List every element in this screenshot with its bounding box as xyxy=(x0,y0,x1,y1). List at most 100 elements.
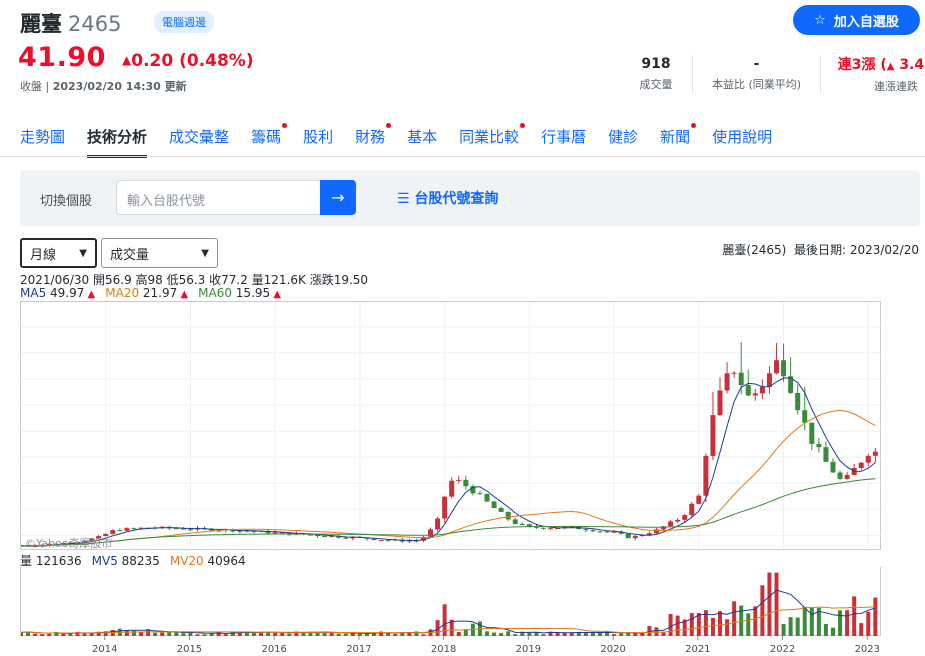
candle-body xyxy=(548,528,554,530)
stat-pe: - 本益比 (同業平均) xyxy=(709,56,804,92)
candle-body xyxy=(456,479,462,481)
candle-body xyxy=(830,461,836,473)
tab-11[interactable]: 使用說明 xyxy=(712,126,772,158)
candle-body xyxy=(710,415,716,456)
industry-tag[interactable]: 電腦週邊 xyxy=(154,11,214,33)
tab-label: 同業比較 xyxy=(459,128,520,146)
volume-bar xyxy=(760,585,765,636)
tab-6[interactable]: 基本 xyxy=(407,126,437,158)
ma5-line xyxy=(20,377,876,547)
star-icon: ☆ xyxy=(814,12,826,28)
chevron-down-icon: ▼ xyxy=(201,247,209,259)
candle-body xyxy=(449,480,455,497)
candle-body xyxy=(802,410,808,423)
stat-volume: 918 成交量 xyxy=(636,56,676,92)
market-status: 收盤 | 2023/02/20 14:30 更新 xyxy=(20,80,187,93)
ma-label: MA5 xyxy=(20,286,51,300)
volume-chart-svg: 50K100K150K200K xyxy=(19,569,913,636)
vol-0: 量 121636 xyxy=(20,554,82,568)
add-watchlist-button[interactable]: ☆ 加入自選股 xyxy=(793,5,920,35)
candle-body xyxy=(837,472,843,479)
search-submit-button[interactable]: → xyxy=(320,180,356,215)
candle-body xyxy=(435,518,441,530)
tab-2[interactable]: 成交彙整 xyxy=(169,126,229,158)
candle-body xyxy=(491,501,497,509)
volume-bar xyxy=(725,619,730,636)
candle-body xyxy=(519,524,525,526)
divider xyxy=(820,55,821,93)
candle-body xyxy=(597,531,603,533)
x-tick-label: 2014 xyxy=(92,644,117,655)
candle-body xyxy=(717,390,723,416)
volume-bar xyxy=(866,611,871,636)
vol-value: 121636 xyxy=(35,554,82,568)
tab-label: 基本 xyxy=(407,128,438,146)
notification-dot-icon xyxy=(520,123,526,128)
volume-chart[interactable]: 50K100K150K200K xyxy=(19,567,913,636)
candle-body xyxy=(632,536,638,539)
vol-2: MV20 40964 xyxy=(170,554,246,568)
volume-bar xyxy=(675,615,680,636)
ma-value: 49.97 xyxy=(50,286,85,300)
tab-label: 財務 xyxy=(355,128,386,146)
candle-body xyxy=(809,422,815,444)
chevron-down-icon: ▼ xyxy=(79,247,87,259)
indicator-select[interactable]: 成交量 ▼ xyxy=(101,238,218,268)
ma-2: MA60 15.95 ▲ xyxy=(198,286,281,300)
tab-0[interactable]: 走勢圖 xyxy=(20,126,65,158)
stock-code: 2465 xyxy=(68,12,122,36)
volume-bar xyxy=(795,617,800,636)
ma-value: 15.95 xyxy=(235,286,271,300)
divider xyxy=(692,55,693,93)
candle-body xyxy=(498,508,504,512)
up-triangle-icon: ▲ xyxy=(270,289,282,300)
candle-body xyxy=(816,443,822,448)
streak-change: 3.46% xyxy=(899,57,925,73)
candle-body xyxy=(675,519,681,522)
candle-body xyxy=(540,527,546,529)
candle-body xyxy=(385,540,391,542)
candle-body xyxy=(512,519,518,525)
tab-8[interactable]: 行事曆 xyxy=(541,126,586,158)
volume-bar xyxy=(852,596,857,636)
tab-7[interactable]: 同業比較 xyxy=(459,123,526,158)
volume-bar xyxy=(668,613,673,636)
stock-price: 41.90 xyxy=(18,42,106,73)
candle-body xyxy=(745,385,751,396)
tab-10[interactable]: 新聞 xyxy=(660,123,697,158)
candle-body xyxy=(752,393,758,396)
candle-body xyxy=(322,536,328,538)
volume-bar xyxy=(710,617,715,636)
candle-body xyxy=(590,530,596,532)
tab-3[interactable]: 籌碼 xyxy=(251,123,288,158)
add-watchlist-label: 加入自選股 xyxy=(833,14,899,30)
x-tick-label: 2022 xyxy=(770,644,795,655)
volume-bar xyxy=(788,617,793,636)
period-select[interactable]: 月線 ▼ xyxy=(20,238,97,268)
stock-code-lookup-link[interactable]: ☰ 台股代號查詢 xyxy=(397,188,498,208)
tab-5[interactable]: 財務 xyxy=(355,123,392,158)
price-change: ▲0.20 (0.48%) xyxy=(122,51,254,71)
price-chart[interactable]: 102030405060708090©Yahoo奇摩股市 xyxy=(18,301,896,551)
tab-1[interactable]: 技術分析 xyxy=(87,126,148,158)
volume-bar xyxy=(809,607,814,636)
stat-pe-label: 本益比 (同業平均) xyxy=(711,78,802,91)
stock-title: 麗臺 2465 xyxy=(20,8,121,38)
update-time: 2023/02/20 14:30 更新 xyxy=(52,80,187,93)
candle-body xyxy=(604,531,610,533)
candle-body xyxy=(131,528,137,530)
tab-4[interactable]: 股利 xyxy=(303,126,333,158)
chart-date-info: 麗臺(2465) 最後日期: 2023/02/20 xyxy=(722,241,919,258)
candle-body xyxy=(484,494,490,502)
tab-label: 使用說明 xyxy=(712,128,773,146)
candle-body xyxy=(103,533,109,537)
tab-9[interactable]: 健診 xyxy=(608,126,638,158)
tab-label: 籌碼 xyxy=(251,128,282,146)
x-tick-label: 2020 xyxy=(600,644,625,655)
candle-body xyxy=(844,475,850,479)
candle-body xyxy=(781,360,787,377)
x-tick-label: 2018 xyxy=(431,644,456,655)
stock-search-input[interactable]: 輸入台股代號 xyxy=(116,180,321,215)
candle-body xyxy=(272,532,278,534)
tab-label: 成交彙整 xyxy=(169,128,230,146)
